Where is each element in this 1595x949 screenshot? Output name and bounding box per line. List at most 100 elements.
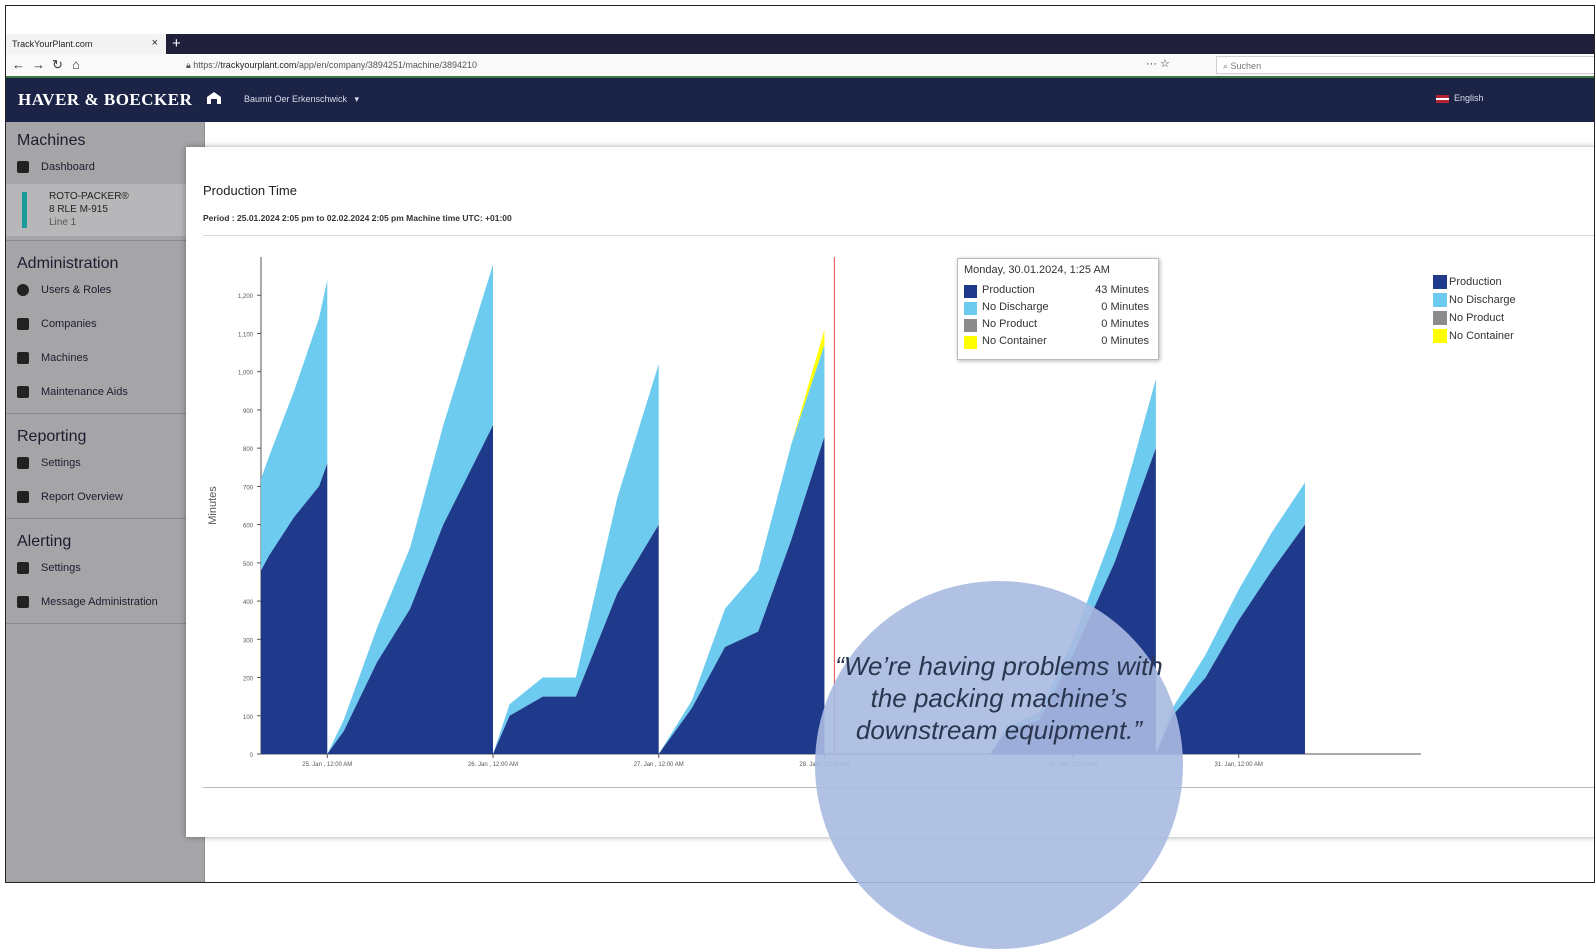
tooltip-value: 43 Minutes	[1095, 284, 1149, 296]
sidebar-item-dashboard[interactable]: Dashboard	[6, 150, 204, 184]
tooltip-row: No Discharge 0 Minutes	[964, 301, 1149, 316]
tooltip-value: 0 Minutes	[1101, 318, 1149, 330]
url-prefix: https://	[193, 60, 221, 70]
tooltip-label: Production	[982, 284, 1035, 296]
sidebar-item-label: Report Overview	[41, 491, 123, 503]
url-bar[interactable]: 🔒︎ https://trackyourplant.com/app/en/com…	[186, 57, 1146, 73]
sidebar-item-reporting-settings[interactable]: Settings	[6, 446, 204, 480]
machine-status-bar	[22, 192, 27, 228]
divider	[6, 518, 204, 519]
sidebar-item-companies[interactable]: Companies	[6, 307, 204, 341]
tooltip-label: No Product	[982, 318, 1038, 330]
sidebar: Machines Dashboard ROTO-PACKER® 8 RLE M-…	[6, 122, 205, 882]
plant-home-icon[interactable]	[206, 91, 222, 105]
reload-icon[interactable]: ↻	[52, 57, 63, 73]
users-icon	[17, 284, 29, 296]
legend-swatch	[1433, 311, 1447, 325]
page-actions-icon[interactable]: ··· ☆	[1146, 57, 1170, 70]
y-tick-label: 300	[243, 638, 254, 644]
machine-model: 8 RLE M-915	[49, 204, 108, 215]
back-arrow-icon[interactable]: ←	[12, 57, 25, 72]
machine-icon	[17, 352, 29, 364]
chart-legend: Production No Discharge No Product No Co…	[1433, 275, 1516, 347]
company-selector[interactable]: Baumit Oer Erkenschwick ▾	[244, 94, 359, 105]
tooltip-row: Production 43 Minutes	[964, 284, 1149, 299]
legend-swatch	[1433, 293, 1447, 307]
tooltip-value: 0 Minutes	[1101, 301, 1149, 313]
browser-tab[interactable]: TrackYourPlant.com ×	[6, 34, 166, 54]
sidebar-item-label: Dashboard	[41, 161, 95, 173]
sidebar-item-maintenance-aids[interactable]: Maintenance Aids	[6, 375, 204, 409]
machines-heading: Machines	[17, 132, 86, 149]
reporting-heading: Reporting	[17, 428, 87, 445]
divider	[6, 413, 204, 414]
uk-flag-icon	[1436, 94, 1449, 103]
home-icon[interactable]: ⌂	[72, 57, 80, 72]
tooltip-swatch	[964, 302, 977, 315]
sidebar-item-machines[interactable]: Machines	[6, 341, 204, 375]
screenshot-frame: TrackYourPlant.com × + ← → ↻ ⌂ 🔒︎ https:…	[5, 5, 1595, 883]
tooltip-swatch	[964, 336, 977, 349]
chart-tooltip: Monday, 30.01.2024, 1:25 AM Production 4…	[957, 258, 1159, 360]
company-name: Baumit Oer Erkenschwick	[244, 94, 348, 104]
y-tick-label: 700	[243, 485, 254, 491]
app-header: HAVER & BOECKER Baumit Oer Erkenschwick …	[6, 78, 1594, 122]
message-list-icon	[17, 596, 29, 608]
language-label: English	[1454, 93, 1484, 103]
y-tick-label: 1,200	[238, 294, 254, 300]
tab-title: TrackYourPlant.com	[12, 39, 93, 49]
legend-label: No Product	[1449, 312, 1505, 324]
alerting-heading: Alerting	[17, 533, 72, 550]
building-icon	[17, 318, 29, 330]
tooltip-label: No Discharge	[982, 301, 1049, 313]
tab-close-icon[interactable]: ×	[152, 37, 158, 49]
legend-item-no-product[interactable]: No Product	[1433, 311, 1516, 329]
y-tick-label: 400	[243, 600, 254, 606]
grid-icon	[17, 161, 29, 173]
search-icon: ⌕	[1223, 61, 1231, 71]
y-tick-label: 1,000	[238, 371, 254, 377]
sidebar-item-label: Message Administration	[41, 596, 158, 608]
sidebar-item-label: Settings	[41, 457, 81, 469]
sidebar-item-report-overview[interactable]: Report Overview	[6, 480, 204, 514]
y-tick-label: 1,100	[238, 332, 254, 338]
divider	[6, 240, 204, 241]
brand-logo[interactable]: HAVER & BOECKER	[18, 90, 192, 110]
divider	[6, 623, 204, 624]
sidebar-item-label: Machines	[41, 352, 89, 364]
browser-search-input[interactable]: ⌕ Suchen	[1216, 56, 1594, 74]
forward-arrow-icon[interactable]: →	[32, 57, 45, 72]
settings-icon	[17, 562, 29, 574]
legend-label: No Discharge	[1449, 294, 1516, 306]
sidebar-item-users-roles[interactable]: Users & Roles	[6, 273, 204, 307]
legend-item-no-discharge[interactable]: No Discharge	[1433, 293, 1516, 311]
language-selector[interactable]: English	[1436, 93, 1484, 103]
sidebar-item-message-administration[interactable]: Message Administration	[6, 585, 204, 619]
legend-label: Production	[1449, 276, 1502, 288]
quote-text: “We’re having problems with the packing …	[835, 651, 1163, 745]
sidebar-item-label: Users & Roles	[41, 284, 112, 296]
x-tick-label: 25. Jan , 12:00 AM	[302, 762, 352, 768]
machine-name: ROTO-PACKER®	[49, 191, 129, 202]
y-tick-label: 100	[243, 715, 254, 721]
y-axis-label: Minutes	[207, 486, 219, 525]
tooltip-value: 0 Minutes	[1101, 335, 1149, 347]
administration-heading: Administration	[17, 255, 119, 272]
browser-nav-bar: ← → ↻ ⌂ 🔒︎ https://trackyourplant.com/ap…	[6, 54, 1594, 78]
sidebar-item-label: Companies	[41, 318, 97, 330]
y-tick-label: 800	[243, 447, 254, 453]
tooltip-row: No Container 0 Minutes	[964, 335, 1149, 350]
new-tab-button[interactable]: +	[172, 34, 181, 54]
sidebar-item-alerting-settings[interactable]: Settings	[6, 551, 204, 585]
sidebar-item-label: Maintenance Aids	[41, 386, 128, 398]
book-icon	[17, 386, 29, 398]
legend-item-no-container[interactable]: No Container	[1433, 329, 1516, 347]
quote-bubble	[815, 581, 1183, 949]
legend-item-production[interactable]: Production	[1433, 275, 1516, 293]
tooltip-label: No Container	[982, 335, 1047, 347]
y-tick-label: 200	[243, 677, 254, 683]
browser-tab-bar: TrackYourPlant.com × +	[6, 34, 1594, 54]
sidebar-item-machine[interactable]: ROTO-PACKER® 8 RLE M-915 Line 1	[6, 184, 204, 236]
sidebar-item-label: Settings	[41, 562, 81, 574]
tooltip-swatch	[964, 319, 977, 332]
